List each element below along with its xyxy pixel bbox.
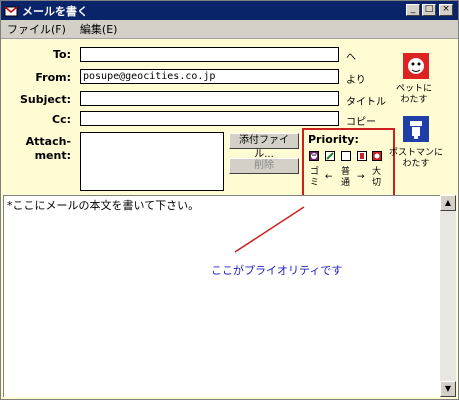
compose-window: メールを書く _ □ × ファイル(F) 編集(E) To: へ From: p… xyxy=(0,0,459,400)
annotation-text: ここがプライオリティです xyxy=(211,264,343,277)
annotation-pointer-line xyxy=(234,206,305,253)
